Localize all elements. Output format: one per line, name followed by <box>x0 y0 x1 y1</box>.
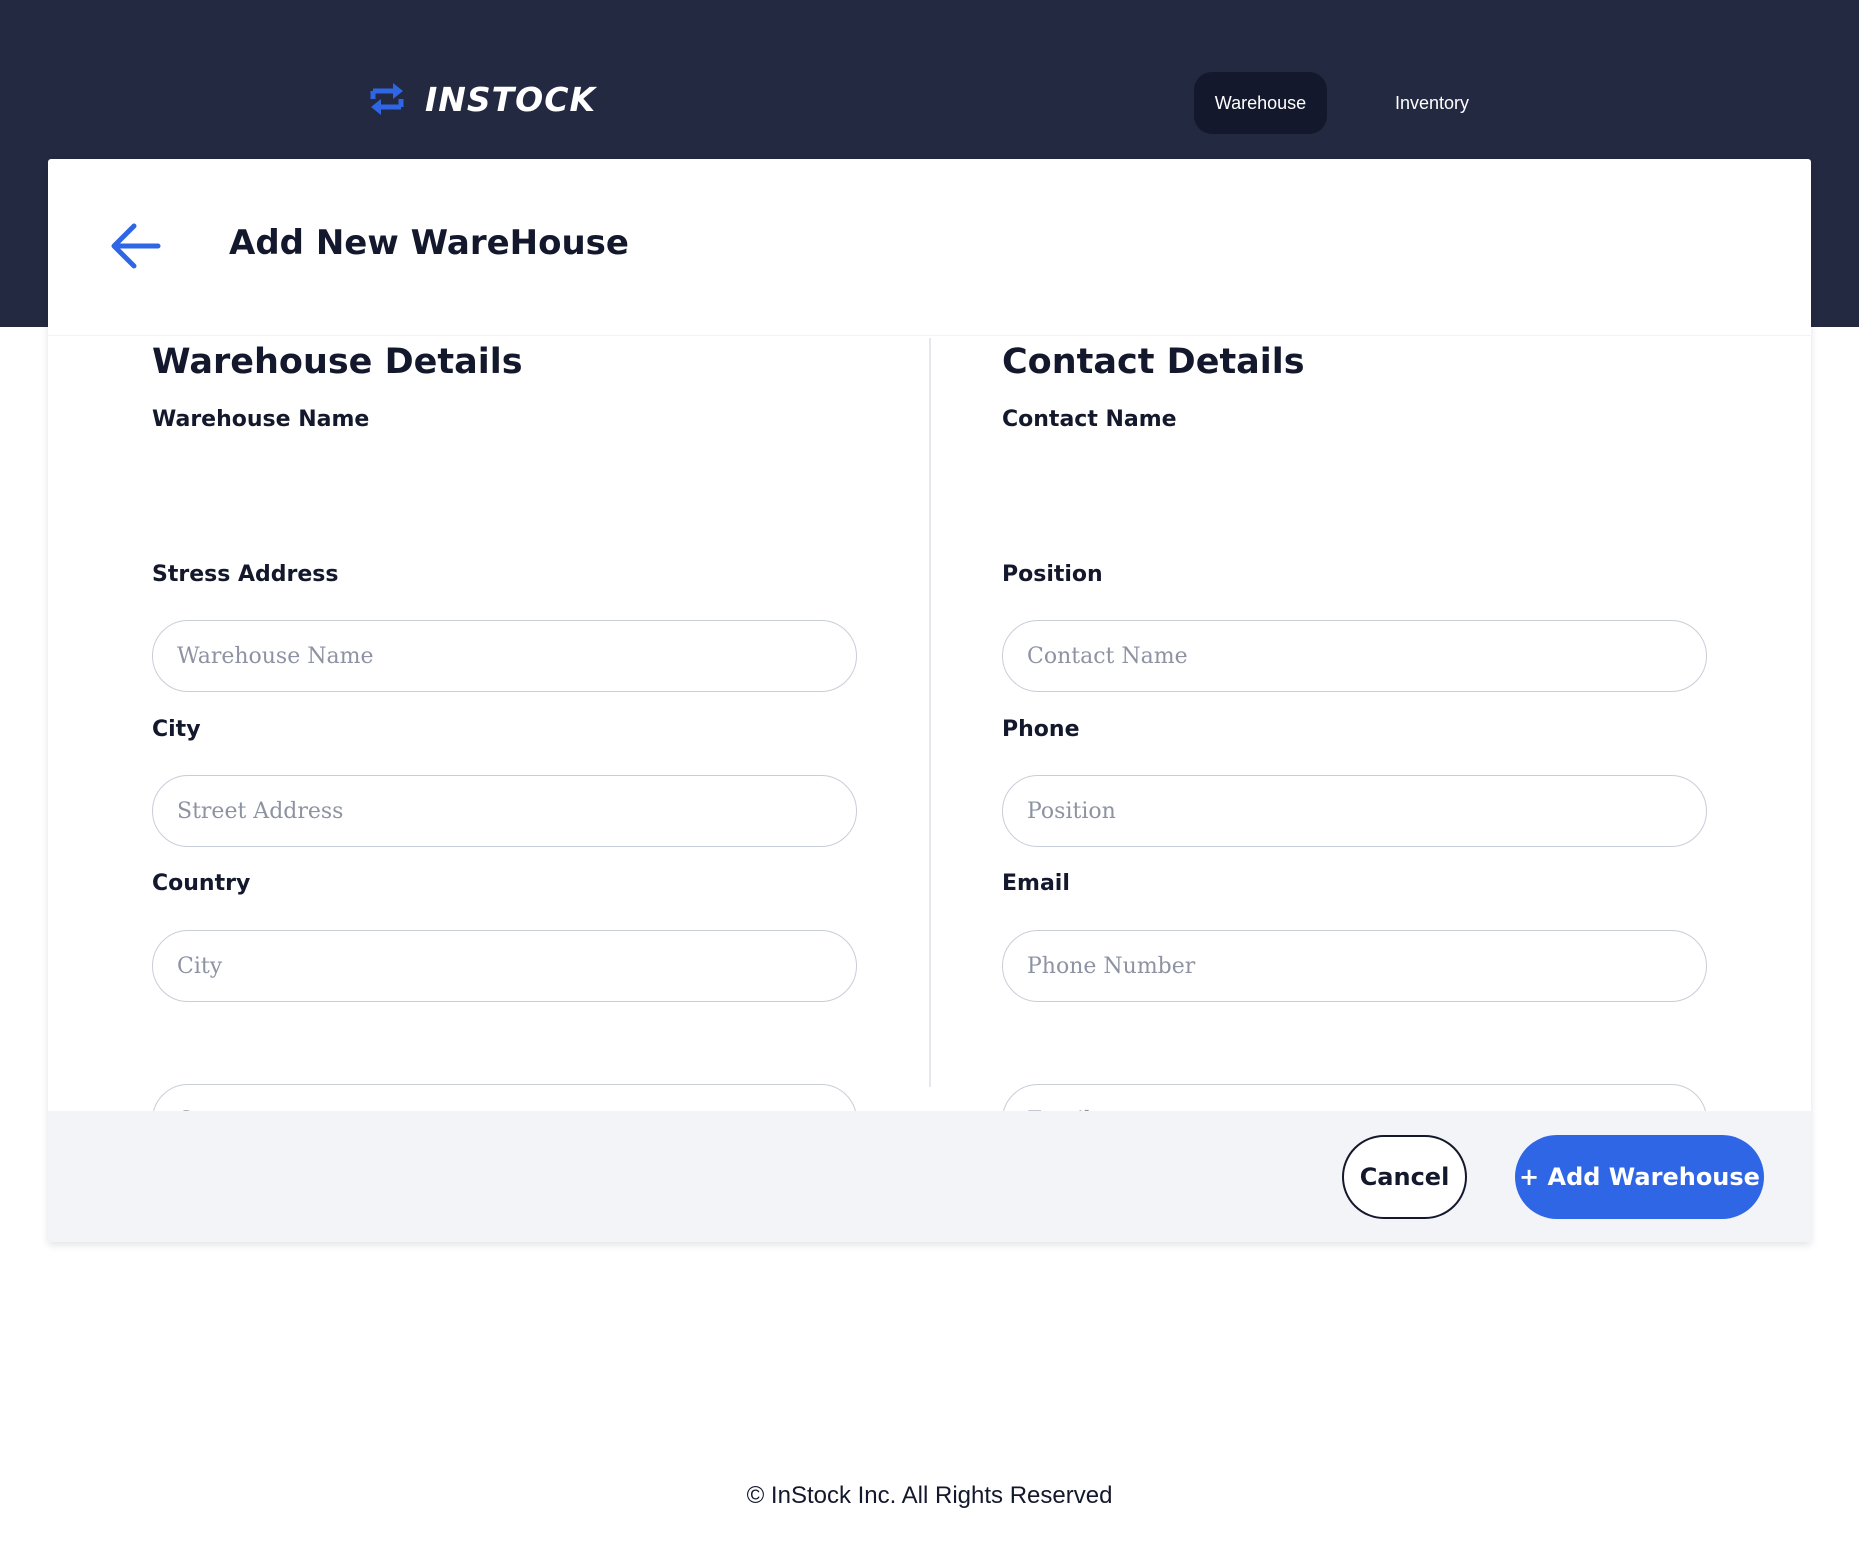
contact-name-label: Contact Name <box>1002 407 1177 432</box>
add-warehouse-button[interactable]: + Add Warehouse <box>1515 1135 1764 1219</box>
city-label: City <box>152 717 201 742</box>
brand-name: INSTOCK <box>425 79 597 119</box>
contact-details-title: Contact Details <box>1002 342 1305 382</box>
card-header: Add New WareHouse <box>48 159 1811 336</box>
position-label: Position <box>1002 562 1103 587</box>
warehouse-name-input[interactable] <box>152 620 857 692</box>
form-actions-bar: Cancel + Add Warehouse <box>48 1111 1811 1242</box>
cancel-button[interactable]: Cancel <box>1342 1135 1467 1219</box>
copyright-footer: © InStock Inc. All Rights Reserved <box>746 1482 1113 1509</box>
nav-item-inventory[interactable]: Inventory <box>1375 72 1489 134</box>
country-label: Country <box>152 871 251 896</box>
main-nav: Warehouse Inventory <box>1194 72 1489 134</box>
city-input[interactable] <box>152 930 857 1002</box>
email-label: Email <box>1002 871 1070 896</box>
warehouse-name-label: Warehouse Name <box>152 407 370 432</box>
phone-label: Phone <box>1002 717 1080 742</box>
phone-input[interactable] <box>1002 930 1707 1002</box>
arrow-left-icon[interactable] <box>108 221 162 271</box>
contact-name-input[interactable] <box>1002 620 1707 692</box>
warehouse-details-title: Warehouse Details <box>152 342 523 382</box>
page-title: Add New WareHouse <box>229 223 629 263</box>
brand-logo[interactable]: INSTOCK <box>367 77 596 121</box>
street-address-label: Stress Address <box>152 562 339 587</box>
add-warehouse-card: Add New WareHouse Warehouse Details Ware… <box>48 159 1811 1242</box>
position-input[interactable] <box>1002 775 1707 847</box>
swap-arrows-icon <box>370 83 404 115</box>
nav-item-warehouse[interactable]: Warehouse <box>1194 72 1327 134</box>
section-divider <box>929 338 931 1087</box>
street-address-input[interactable] <box>152 775 857 847</box>
